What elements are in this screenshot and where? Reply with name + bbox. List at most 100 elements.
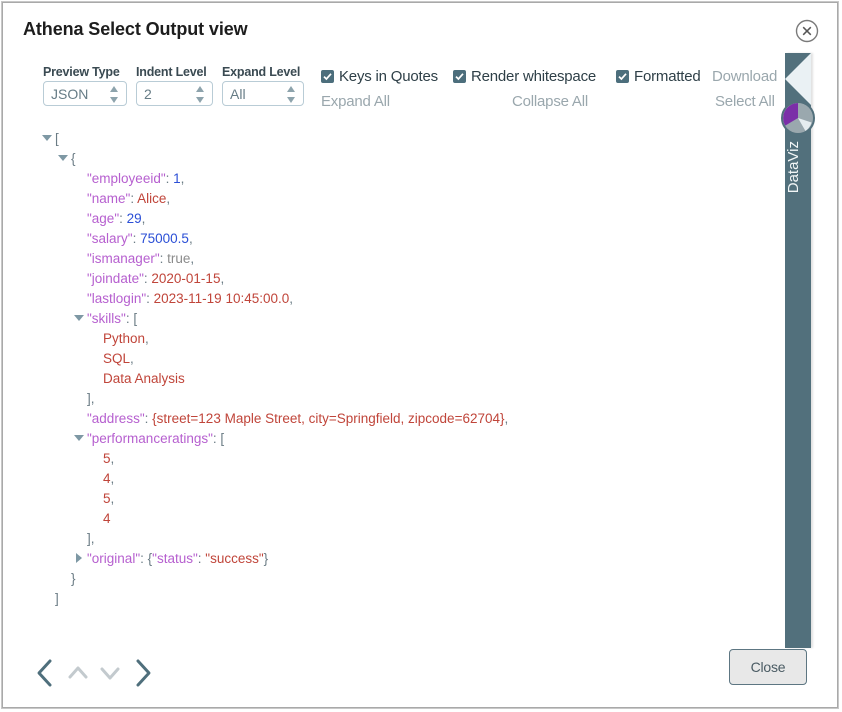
disclosure-spacer [89, 490, 101, 502]
json-token-punc: { [71, 151, 76, 166]
disclosure-triangle-expanded-icon[interactable] [41, 130, 53, 142]
dataviz-label: DataViz [785, 141, 811, 193]
expand-level-value: All [230, 86, 246, 102]
expand-level-stepper-icon[interactable] [286, 85, 296, 104]
render-whitespace-label: Render whitespace [471, 68, 596, 85]
json-line: 5, [41, 489, 508, 509]
json-token-key: "salary" [87, 231, 133, 246]
disclosure-spacer [41, 590, 53, 602]
json-token-key: "joindate" [87, 271, 144, 286]
disclosure-spacer [89, 330, 101, 342]
disclosure-spacer [57, 570, 69, 582]
indent-level-group: Indent Level 2 [136, 65, 213, 106]
formatted-checkbox[interactable]: Formatted [616, 68, 701, 85]
keys-in-quotes-checkbox[interactable]: Keys in Quotes [321, 68, 438, 85]
json-tree: [{"employeeid": 1,"name": Alice,"age": 2… [41, 129, 508, 609]
disclosure-triangle-collapsed-icon[interactable] [73, 550, 85, 562]
disclosure-spacer [73, 190, 85, 202]
json-token-str: 2020-01-15 [151, 271, 220, 286]
json-token-num: 75000.5 [140, 231, 189, 246]
json-token-punc: , [181, 171, 185, 186]
json-line: 4 [41, 509, 508, 529]
json-token-num: 1 [173, 171, 181, 186]
json-token-punc: , [505, 411, 509, 426]
download-link[interactable]: Download [712, 68, 777, 85]
json-token-str: 5 [103, 491, 111, 506]
json-token-key: "performanceratings" [87, 431, 213, 446]
prev-record-button[interactable] [31, 655, 61, 691]
json-token-str: 2023-11-19 10:45:00.0 [154, 291, 290, 306]
json-token-str: Alice [137, 191, 166, 206]
json-token-key: "employeeid" [87, 171, 166, 186]
next-record-button[interactable] [127, 655, 157, 691]
json-line: Python, [41, 329, 508, 349]
json-line: { [41, 149, 508, 169]
preview-type-group: Preview Type JSON [43, 65, 127, 106]
json-token-str: Data Analysis [103, 371, 185, 386]
indent-level-stepper[interactable]: 2 [136, 81, 213, 106]
preview-type-stepper-icon[interactable] [109, 85, 119, 104]
json-token-key: "age" [87, 211, 119, 226]
json-line: Data Analysis [41, 369, 508, 389]
json-token-key: "address" [87, 411, 145, 426]
dataviz-side-tab[interactable]: DataViz [785, 53, 811, 648]
disclosure-triangle-expanded-icon[interactable] [57, 150, 69, 162]
collapse-all-link[interactable]: Collapse All [512, 93, 588, 110]
chevron-left-icon[interactable] [785, 53, 811, 105]
json-token-colon: : [119, 211, 127, 226]
indent-level-label: Indent Level [136, 65, 213, 79]
close-circle-icon[interactable] [795, 19, 819, 43]
page-title: Athena Select Output view [23, 19, 248, 40]
disclosure-spacer [89, 470, 101, 482]
expand-level-label: Expand Level [222, 65, 304, 79]
dialog-title-bar: Athena Select Output view [3, 3, 837, 55]
json-token-colon: : [140, 551, 148, 566]
up-record-button[interactable] [63, 655, 93, 691]
json-token-key: "ismanager" [87, 251, 160, 266]
expand-all-link[interactable]: Expand All [321, 93, 390, 110]
json-line: "joindate": 2020-01-15, [41, 269, 508, 289]
json-token-punc: , [166, 191, 170, 206]
dialog-footer: Close [3, 641, 837, 707]
viewer-toolbar: Preview Type JSON Indent Level 2 [3, 59, 837, 121]
indent-level-stepper-icon[interactable] [195, 85, 205, 104]
json-token-punc: } [264, 551, 269, 566]
json-token-punc: , [142, 211, 146, 226]
json-token-punc: , [111, 471, 115, 486]
json-token-key: "skills" [87, 311, 126, 326]
disclosure-spacer [89, 350, 101, 362]
json-token-str: Python [103, 331, 145, 346]
disclosure-triangle-expanded-icon[interactable] [73, 430, 85, 442]
json-token-punc: [ [133, 311, 137, 326]
pie-chart-icon [781, 101, 815, 135]
json-token-punc: , [111, 491, 115, 506]
json-token-colon: : [160, 251, 168, 266]
render-whitespace-checkbox[interactable]: Render whitespace [453, 68, 596, 85]
preview-type-value: JSON [51, 86, 88, 102]
keys-in-quotes-label: Keys in Quotes [339, 68, 438, 85]
json-token-key: "status" [152, 551, 198, 566]
athena-output-dialog: Athena Select Output view Preview Type J… [2, 2, 838, 708]
json-output-panel[interactable]: [{"employeeid": 1,"name": Alice,"age": 2… [3, 123, 837, 643]
json-line: ], [41, 529, 508, 549]
json-token-punc: , [91, 391, 95, 406]
select-all-link[interactable]: Select All [715, 93, 775, 110]
checkbox-check-icon [616, 70, 629, 83]
json-token-str: {street=123 Maple Street, city=Springfie… [152, 411, 504, 426]
json-line: 5, [41, 449, 508, 469]
json-line: "lastlogin": 2023-11-19 10:45:00.0, [41, 289, 508, 309]
json-token-str: 5 [103, 451, 111, 466]
record-navigation [31, 655, 157, 691]
json-token-str: "success" [205, 551, 263, 566]
disclosure-triangle-expanded-icon[interactable] [73, 310, 85, 322]
disclosure-spacer [73, 170, 85, 182]
disclosure-spacer [73, 210, 85, 222]
checkbox-check-icon [453, 70, 466, 83]
json-line: "address": {street=123 Maple Street, cit… [41, 409, 508, 429]
json-line: ] [41, 589, 508, 609]
close-button[interactable]: Close [729, 649, 807, 685]
disclosure-spacer [73, 270, 85, 282]
down-record-button[interactable] [95, 655, 125, 691]
preview-type-select[interactable]: JSON [43, 81, 127, 106]
expand-level-stepper[interactable]: All [222, 81, 304, 106]
